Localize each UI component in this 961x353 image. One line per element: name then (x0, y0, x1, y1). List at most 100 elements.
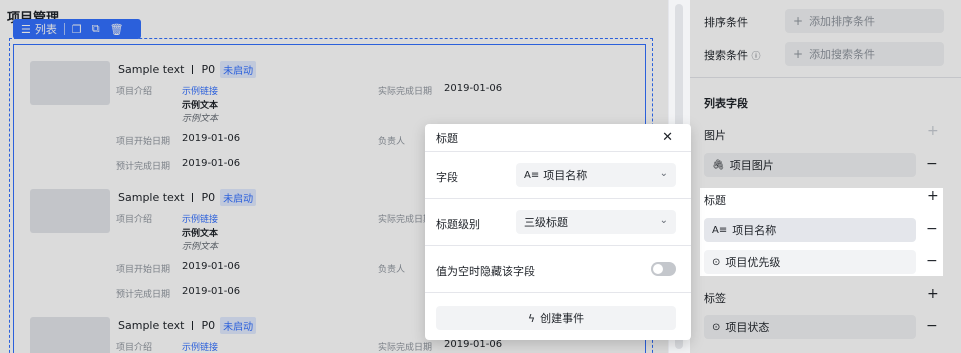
title-field-group: 标题 + A≡ 项目名称 − ⊙ 项目优先级 − (700, 188, 943, 276)
item-image-placeholder (30, 61, 110, 105)
chevron-down-icon: ⌄ (659, 215, 668, 226)
status-circle-icon: ⊙ (712, 256, 721, 268)
item-priority: P0 (198, 61, 219, 77)
intro-bold-text: 示例文本 (182, 101, 219, 111)
toolbar-divider (63, 23, 65, 35)
app-stage: 项目管理 ☰ 列表 ❐ ⧉ 🗑 Sample text P0 未启动 项目介绍 … (0, 0, 961, 353)
hide-empty-toggle[interactable] (651, 262, 676, 276)
add-tag-icon[interactable]: + (927, 286, 939, 302)
level-select[interactable]: 三级标题 ⌄ (516, 210, 676, 234)
item-priority: P0 (201, 190, 216, 204)
popover-title: 标题 (436, 131, 458, 145)
item-title: Sample text (118, 318, 185, 332)
sort-label: 排序条件 (704, 16, 748, 29)
create-event-label: 创建事件 (540, 312, 585, 325)
intro-label: 项目介绍 (116, 87, 153, 97)
search-label: 搜索条件 ⓘ (704, 47, 761, 63)
copy-icon[interactable]: ❐ (72, 23, 82, 36)
plus-icon: + (793, 14, 804, 28)
image-group-label: 图片 (704, 129, 726, 142)
tag-field-chip[interactable]: ⊙ 项目状态 (704, 315, 916, 339)
search-label-text: 搜索条件 (704, 49, 748, 62)
field-label: 字段 (436, 171, 458, 184)
add-search-label: 添加搜索条件 (809, 48, 876, 61)
status-badge: 未启动 (220, 316, 257, 334)
intro-link[interactable]: 示例链接 (182, 340, 218, 353)
actual-date-label: 实际完成日期 (378, 215, 433, 225)
tag-field-label: 项目状态 (725, 321, 770, 334)
remove-priority-icon[interactable]: − (926, 253, 938, 269)
add-sort-label: 添加排序条件 (809, 15, 876, 28)
lightning-icon: ϟ (527, 311, 536, 325)
start-date-label: 项目开始日期 (116, 265, 171, 275)
actual-date-label: 实际完成日期 (378, 87, 433, 97)
properties-panel: 排序条件 + 添加排序条件 搜索条件 ⓘ + 添加搜索条件 列表字段 图片 + … (690, 0, 961, 353)
hide-empty-row: 值为空时隐藏该字段 (425, 246, 691, 293)
plan-date-label: 预计完成日期 (116, 162, 171, 172)
add-sort-button[interactable]: + 添加排序条件 (785, 9, 944, 33)
intro-label: 项目介绍 (116, 343, 153, 353)
field-row: 字段 A≡ 项目名称 ⌄ (425, 152, 691, 199)
info-icon[interactable]: ⓘ (752, 52, 761, 62)
toggle-knob (653, 264, 663, 274)
item-title: Sample text (114, 61, 188, 77)
intro-link[interactable]: 示例链接 (182, 84, 218, 97)
actual-date-value: 2019-01-06 (444, 339, 503, 350)
intro-italic-text: 示例文本 (182, 242, 219, 252)
status-badge: 未启动 (220, 60, 257, 78)
status-badge: 未启动 (220, 188, 257, 206)
intro-italic-text: 示例文本 (182, 114, 219, 124)
field-select[interactable]: A≡ 项目名称 ⌄ (516, 163, 676, 187)
field-select-value: 项目名称 (543, 169, 588, 182)
text-type-icon: A≡ (712, 224, 728, 236)
item-image-placeholder (30, 317, 110, 353)
item-title-row: Sample text P0 未启动 (116, 316, 257, 334)
tag-group-label: 标签 (704, 292, 726, 305)
level-select-value: 三级标题 (524, 216, 568, 229)
actual-date-value: 2019-01-06 (444, 83, 503, 94)
priority-field-chip[interactable]: ⊙ 项目优先级 (704, 250, 916, 274)
remove-title-icon[interactable]: − (926, 221, 938, 237)
start-date-value: 2019-01-06 (182, 133, 241, 144)
item-priority: P0 (201, 318, 216, 332)
priority-field-label: 项目优先级 (725, 256, 781, 269)
title-field-label: 项目名称 (732, 224, 777, 237)
level-row: 标题级别 三级标题 ⌄ (425, 199, 691, 246)
plan-date-label: 预计完成日期 (116, 290, 171, 300)
plus-icon: + (793, 47, 804, 61)
add-image-icon[interactable]: + (927, 123, 939, 139)
section-divider (690, 77, 961, 78)
intro-link[interactable]: 示例链接 (182, 212, 218, 225)
add-title-icon[interactable]: + (927, 188, 939, 204)
owner-label: 负责人 (378, 137, 406, 147)
title-divider (192, 192, 194, 202)
remove-tag-icon[interactable]: − (926, 318, 938, 334)
start-date-label: 项目开始日期 (116, 137, 171, 147)
status-circle-icon: ⊙ (712, 321, 721, 333)
hide-empty-label: 值为空时隐藏该字段 (436, 265, 535, 278)
chevron-down-icon: ⌄ (659, 168, 668, 179)
image-field-chip[interactable]: 🖇 项目图片 (704, 153, 916, 177)
intro-bold-text: 示例文本 (182, 229, 219, 239)
title-field-chip[interactable]: A≡ 项目名称 (704, 218, 916, 242)
item-title-row: Sample text P0 未启动 (116, 188, 257, 206)
remove-image-icon[interactable]: − (926, 156, 938, 172)
create-event-button[interactable]: ϟ 创建事件 (436, 306, 676, 330)
component-type-label: 列表 (34, 23, 57, 36)
title-divider (192, 64, 194, 74)
item-title: Sample text (118, 190, 185, 204)
duplicate-icon[interactable]: ⧉ (92, 22, 100, 36)
item-image-placeholder (30, 189, 110, 233)
title-divider (192, 320, 194, 330)
text-type-icon: A≡ (524, 169, 540, 181)
title-group-label: 标题 (704, 194, 726, 207)
popover-header: 标题 ✕ (425, 124, 691, 152)
list-icon: ☰ (21, 22, 31, 36)
add-search-button[interactable]: + 添加搜索条件 (785, 42, 944, 66)
delete-icon[interactable]: 🗑 (110, 23, 124, 36)
actual-date-label: 实际完成日期 (378, 343, 433, 353)
owner-label: 负责人 (378, 265, 406, 275)
item-title-row: Sample text P0 未启动 (114, 60, 257, 78)
close-icon[interactable]: ✕ (662, 130, 673, 145)
intro-label: 项目介绍 (116, 215, 153, 225)
